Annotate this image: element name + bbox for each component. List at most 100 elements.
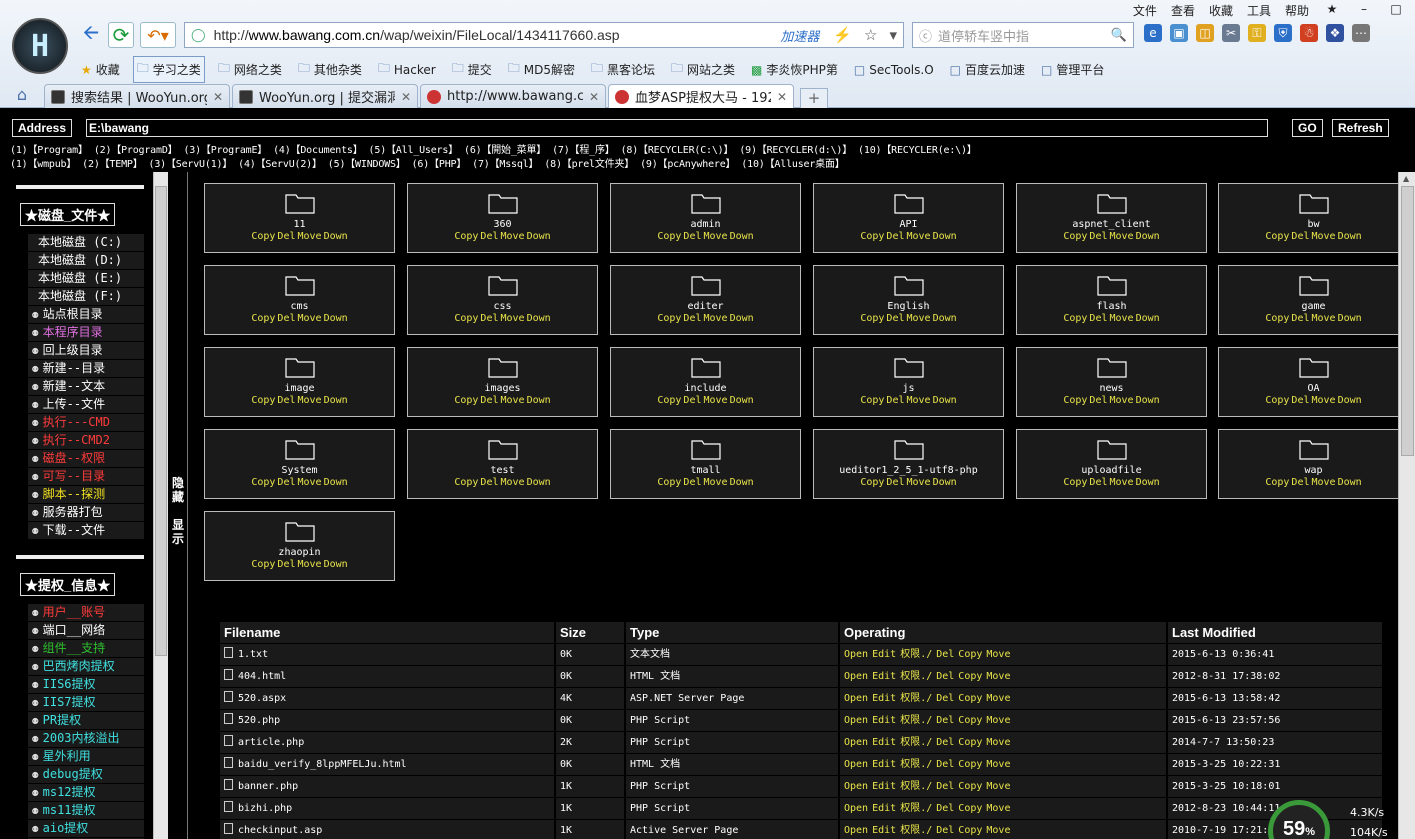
- lightning-icon[interactable]: ⚡: [833, 26, 852, 44]
- star-icon[interactable]: ☆: [864, 26, 877, 44]
- file-name-cell[interactable]: baidu_verify_8lppMFELJu.html: [220, 754, 554, 775]
- menu-favorites[interactable]: 收藏: [1209, 2, 1233, 19]
- folder-action-copy[interactable]: Copy: [251, 395, 275, 406]
- folder-action-copy[interactable]: Copy: [1063, 395, 1087, 406]
- folder-action-del[interactable]: Del: [1089, 477, 1107, 488]
- sidebar-tool-link[interactable]: ⚉ 站点根目录: [28, 306, 144, 323]
- file-op-link[interactable]: Del: [936, 671, 954, 682]
- quick-path-link[interactable]: (4)【ServU(2)】: [238, 159, 322, 170]
- folder-action-down[interactable]: Down: [527, 395, 551, 406]
- folder-card[interactable]: images Copy Del Move Down: [407, 347, 598, 417]
- skin-icon[interactable]: ★: [1323, 2, 1341, 19]
- folder-action-move[interactable]: Move: [500, 477, 524, 488]
- file-op-link[interactable]: Copy: [958, 649, 982, 660]
- file-op-link[interactable]: Move: [986, 737, 1010, 748]
- bookmark-link[interactable]: □ SecTools.O: [851, 56, 937, 83]
- file-op-link[interactable]: Open: [844, 715, 868, 726]
- file-name[interactable]: baidu_verify_8lppMFELJu.html: [238, 759, 407, 770]
- file-op-link[interactable]: Edit: [872, 671, 896, 682]
- folder-action-down[interactable]: Down: [1136, 477, 1160, 488]
- refresh-button[interactable]: Refresh: [1332, 119, 1389, 137]
- file-op-link[interactable]: Move: [986, 649, 1010, 660]
- folder-name[interactable]: uploadfile: [1017, 465, 1206, 477]
- folder-action-move[interactable]: Move: [1311, 313, 1335, 324]
- folder-action-copy[interactable]: Copy: [1265, 231, 1289, 242]
- search-input[interactable]: 道停轿车竖中指: [938, 26, 1111, 45]
- sidebar-tool-link[interactable]: ⚉ 2003内核溢出: [28, 730, 144, 747]
- file-op-link[interactable]: ./: [920, 759, 932, 770]
- file-op-link[interactable]: Open: [844, 781, 868, 792]
- file-op-link[interactable]: Copy: [958, 781, 982, 792]
- quick-path-link[interactable]: (8)【prel文件夹】: [544, 159, 634, 170]
- folder-action-copy[interactable]: Copy: [860, 477, 884, 488]
- file-op-link[interactable]: Open: [844, 759, 868, 770]
- folder-name[interactable]: css: [408, 301, 597, 313]
- file-name[interactable]: article.php: [238, 737, 304, 748]
- folder-action-del[interactable]: Del: [1291, 313, 1309, 324]
- folder-action-move[interactable]: Move: [1109, 477, 1133, 488]
- file-op-link[interactable]: Copy: [958, 671, 982, 682]
- folder-action-down[interactable]: Down: [933, 477, 957, 488]
- bookmark-folder[interactable]: 🗀 MD5解密: [505, 56, 578, 83]
- sidebar-tool-link[interactable]: ⚉ 巴西烤肉提权: [28, 658, 144, 675]
- hide-label[interactable]: 隐藏: [172, 476, 184, 504]
- bookmark-link[interactable]: □ 管理平台: [1038, 56, 1107, 83]
- folder-action-down[interactable]: Down: [730, 231, 754, 242]
- folder-name[interactable]: ueditor1_2_5_1-utf8-php: [814, 465, 1003, 477]
- folder-action-copy[interactable]: Copy: [454, 477, 478, 488]
- file-op-link[interactable]: Move: [986, 715, 1010, 726]
- bookmark-folder[interactable]: 🗀 其他杂类: [295, 56, 365, 83]
- file-op-link[interactable]: Move: [986, 803, 1010, 814]
- folder-action-copy[interactable]: Copy: [454, 395, 478, 406]
- folder-action-copy[interactable]: Copy: [1063, 313, 1087, 324]
- file-op-link[interactable]: Open: [844, 803, 868, 814]
- file-name-cell[interactable]: banner.php: [220, 776, 554, 797]
- sidebar-tool-link[interactable]: ⚉ 星外利用: [28, 748, 144, 765]
- folder-name[interactable]: System: [205, 465, 394, 477]
- drive-link[interactable]: 本地磁盘 (F:): [28, 288, 144, 305]
- file-op-link[interactable]: ./: [920, 825, 932, 836]
- file-name-cell[interactable]: bizhi.php: [220, 798, 554, 819]
- file-op-link[interactable]: Copy: [958, 693, 982, 704]
- folder-card[interactable]: 360 Copy Del Move Down: [407, 183, 598, 253]
- file-op-link[interactable]: Del: [936, 825, 954, 836]
- folder-card[interactable]: aspnet_client Copy Del Move Down: [1016, 183, 1207, 253]
- file-op-link[interactable]: Del: [936, 693, 954, 704]
- file-name[interactable]: banner.php: [238, 781, 298, 792]
- scrollbar-thumb[interactable]: [1401, 186, 1414, 456]
- folder-name[interactable]: 11: [205, 219, 394, 231]
- folder-action-down[interactable]: Down: [1338, 231, 1362, 242]
- sidebar-tool-link[interactable]: ⚉ PR提权: [28, 712, 144, 729]
- hide-show-toggle[interactable]: 隐藏 显示: [168, 172, 188, 839]
- bookmark-folder[interactable]: 🗀 提交: [449, 56, 495, 83]
- file-op-link[interactable]: ./: [920, 781, 932, 792]
- file-op-link[interactable]: Edit: [872, 715, 896, 726]
- file-name-cell[interactable]: checkinput.asp: [220, 820, 554, 839]
- clipboard-icon[interactable]: ◫: [1196, 24, 1214, 42]
- folder-card[interactable]: tmall Copy Del Move Down: [610, 429, 801, 499]
- more-icon[interactable]: ⋯: [1352, 24, 1370, 42]
- file-op-link[interactable]: 权限: [900, 693, 920, 704]
- sidebar-tool-link[interactable]: ⚉ 下载--文件: [28, 522, 144, 539]
- undo-icon[interactable]: ↶▾: [140, 22, 176, 48]
- quick-path-link[interactable]: (5)【WINDOWS】: [328, 159, 406, 170]
- file-op-link[interactable]: Edit: [872, 737, 896, 748]
- folder-action-del[interactable]: Del: [683, 231, 701, 242]
- close-icon[interactable]: ✕: [589, 90, 599, 104]
- folder-name[interactable]: image: [205, 383, 394, 395]
- folder-card[interactable]: English Copy Del Move Down: [813, 265, 1004, 335]
- folder-action-move[interactable]: Move: [1109, 231, 1133, 242]
- drive-link[interactable]: 本地磁盘 (D:): [28, 252, 144, 269]
- folder-card[interactable]: zhaopin Copy Del Move Down: [204, 511, 395, 581]
- file-op-link[interactable]: Open: [844, 671, 868, 682]
- file-op-link[interactable]: 权限: [900, 737, 920, 748]
- key-icon[interactable]: ⚿: [1248, 24, 1266, 42]
- folder-card[interactable]: System Copy Del Move Down: [204, 429, 395, 499]
- network-speed-widget[interactable]: 59% 4.3K/s 104K/s: [1268, 800, 1408, 839]
- folder-action-copy[interactable]: Copy: [454, 313, 478, 324]
- folder-action-del[interactable]: Del: [1089, 231, 1107, 242]
- file-op-link[interactable]: ./: [920, 737, 932, 748]
- folder-card[interactable]: news Copy Del Move Down: [1016, 347, 1207, 417]
- file-name-cell[interactable]: 520.php: [220, 710, 554, 731]
- folder-name[interactable]: images: [408, 383, 597, 395]
